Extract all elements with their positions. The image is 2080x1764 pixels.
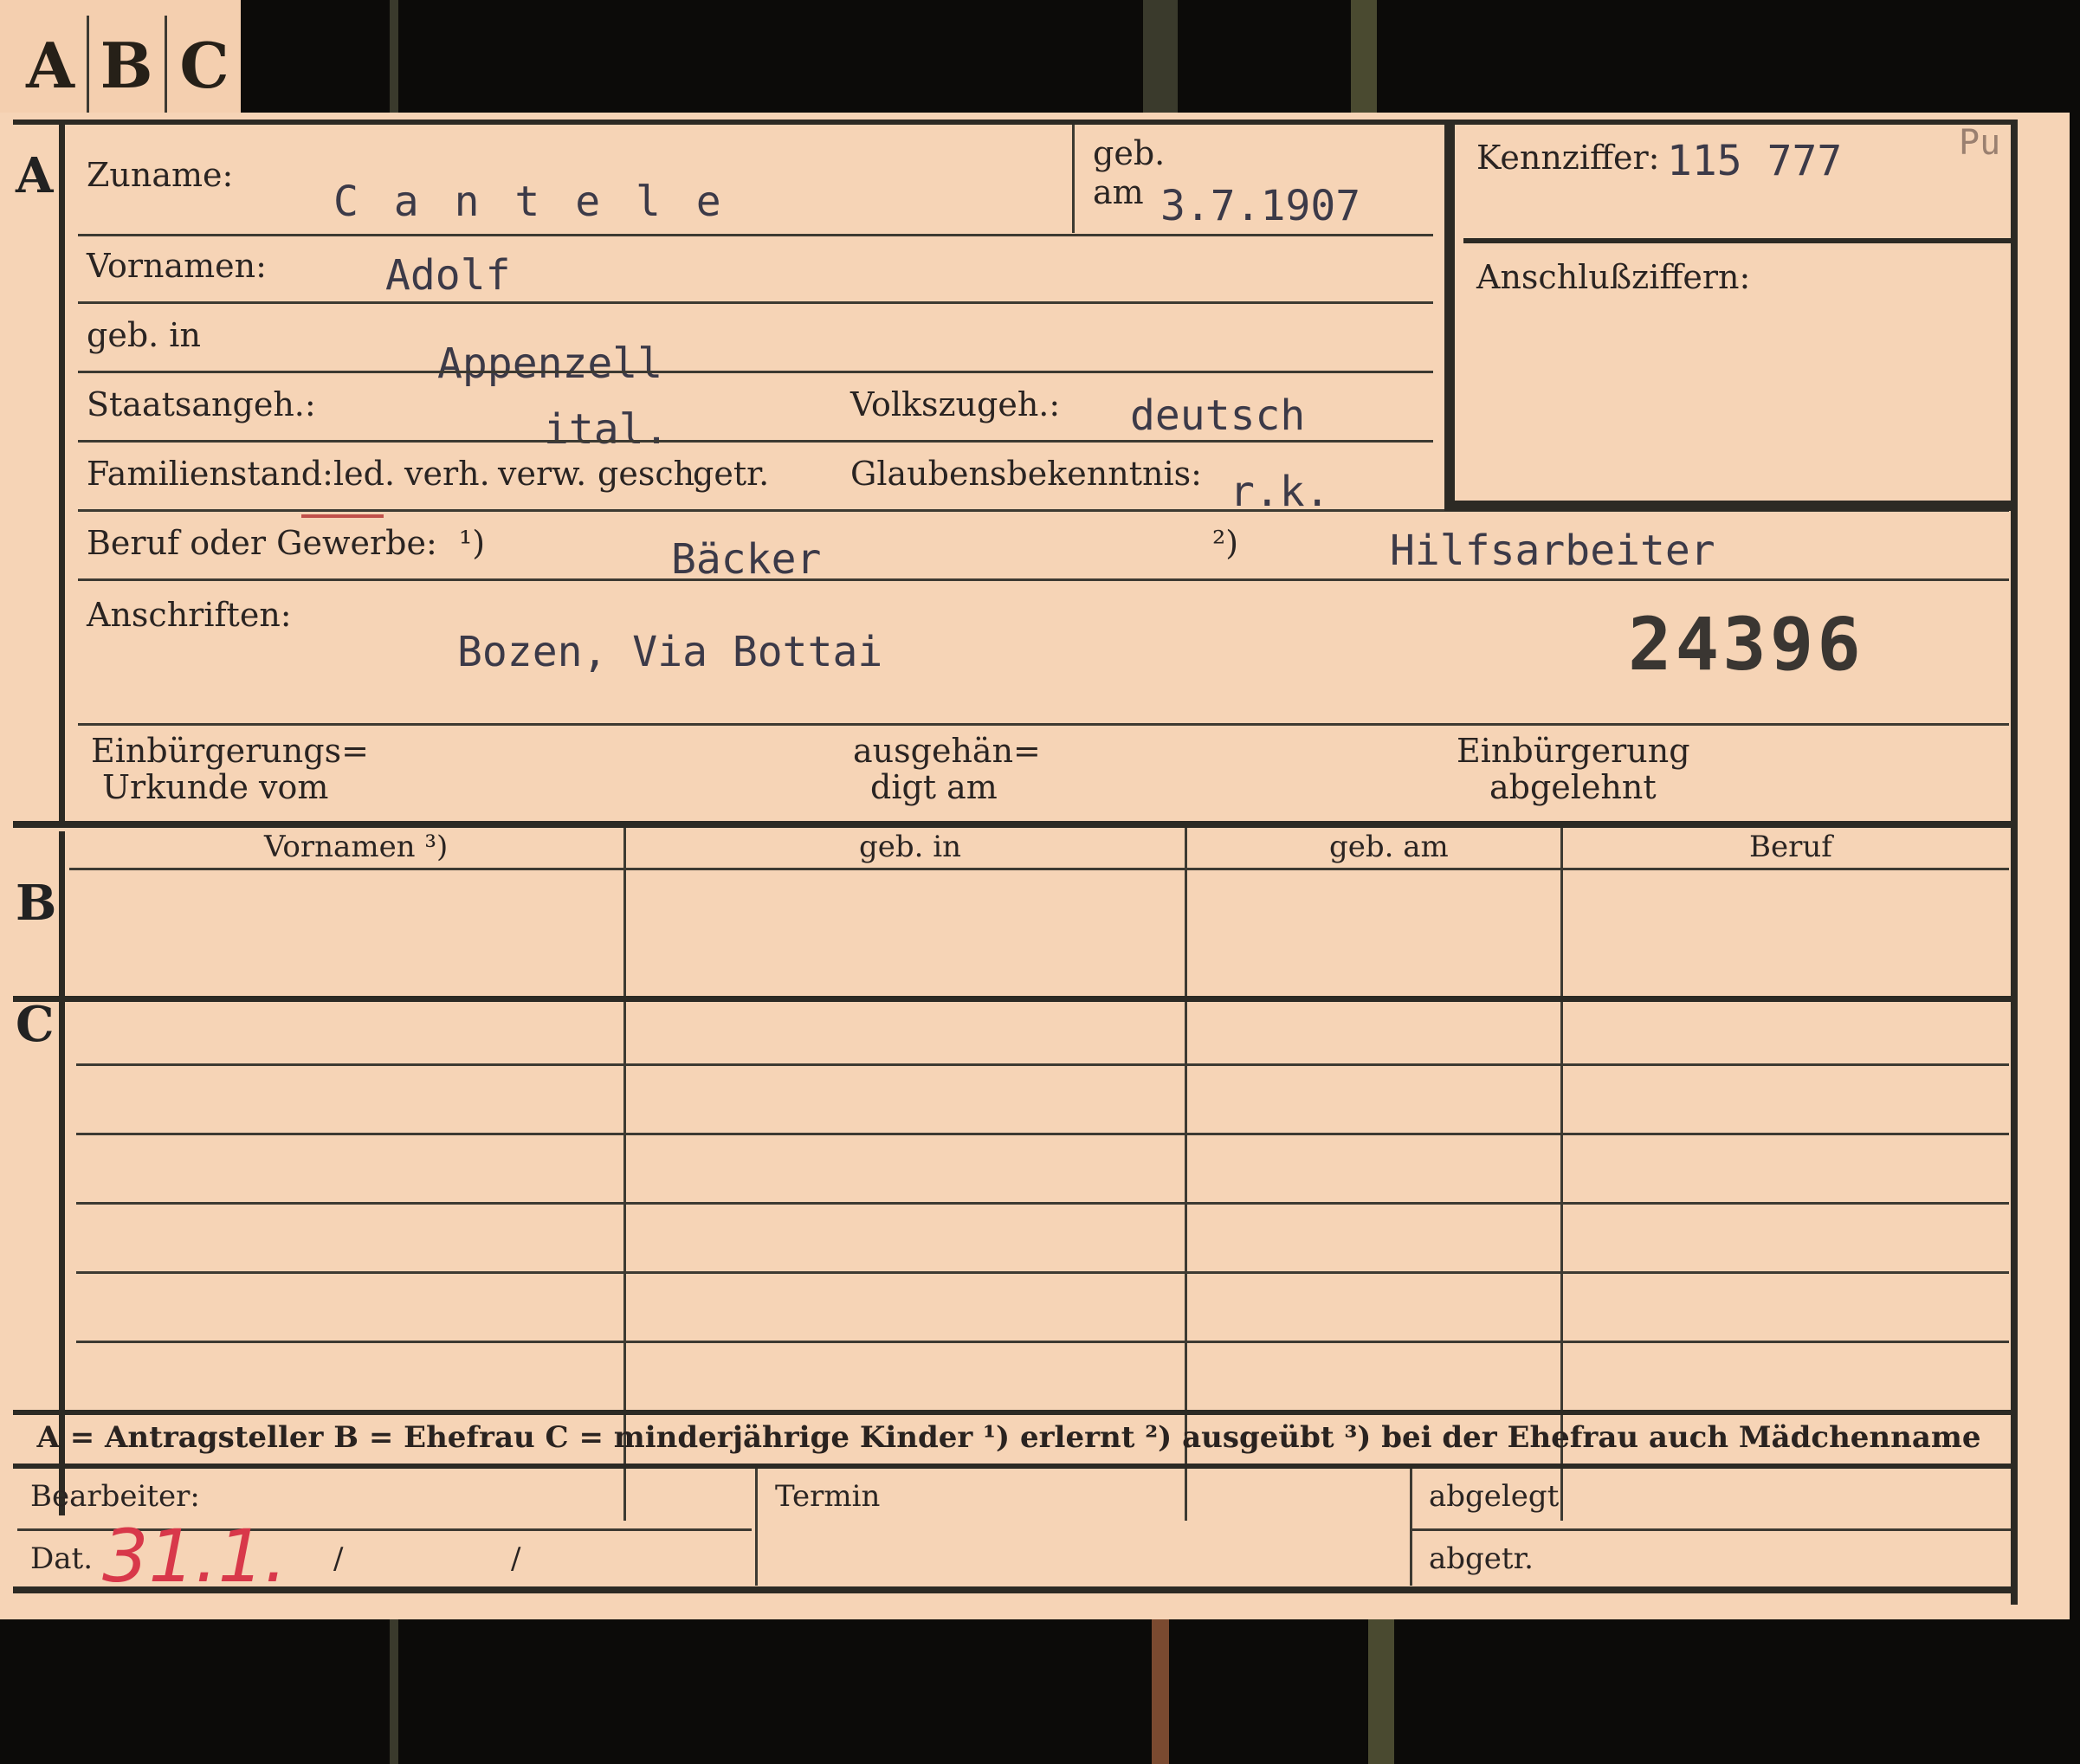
backdrop-stripe xyxy=(1351,0,1377,113)
familienstand-led: led. xyxy=(333,455,396,493)
index-tab: A B C xyxy=(0,0,241,119)
dat-slash-2: / xyxy=(511,1541,521,1576)
staatsangeh-label: Staatsangeh.: xyxy=(87,385,316,423)
kennziffer-value: 115 777 xyxy=(1667,137,1843,185)
familienstand-getr: getr. xyxy=(693,455,770,493)
stamp-number: 24396 xyxy=(1628,602,1864,687)
led-underline xyxy=(301,514,384,518)
bearbeiter-label: Bearbeiter: xyxy=(30,1479,200,1514)
geb-label: geb. xyxy=(1093,134,1166,172)
beruf-value-2: Hilfsarbeiter xyxy=(1390,527,1715,575)
am-label: am xyxy=(1093,173,1144,211)
ausgeh-label-1: ausgehän= xyxy=(853,732,1041,770)
tab-b: B xyxy=(100,29,153,102)
einb-urkunde-label-1: Einbürgerungs= xyxy=(91,732,369,770)
familienstand-gesch: gesch. xyxy=(598,455,706,493)
col-header-vornamen: Vornamen ³) xyxy=(264,830,449,864)
familienstand-verh: verh. xyxy=(404,455,490,493)
backdrop-stripe xyxy=(1143,0,1178,113)
backdrop-stripe xyxy=(1368,1619,1394,1764)
anschluss-label: Anschlußziffern: xyxy=(1476,258,1751,296)
kennziffer-label: Kennziffer: xyxy=(1476,139,1660,177)
geb-in-value: Appenzell xyxy=(437,339,663,388)
section-a-letter: A xyxy=(16,147,54,204)
legend: A = Antragsteller B = Ehefrau C = minder… xyxy=(36,1420,1981,1455)
anschriften-label: Anschriften: xyxy=(87,596,292,634)
familienstand-verw: verw. xyxy=(498,455,587,493)
glaubens-label: Glaubensbekenntnis: xyxy=(850,455,1202,493)
einb-abgelehnt-label-1: Einbürgerung xyxy=(1457,732,1690,770)
zuname-value: C a n t e l e xyxy=(333,178,727,226)
col-header-beruf: Beruf xyxy=(1749,830,1832,864)
backdrop-stripe xyxy=(1152,1619,1169,1764)
beruf-value-1: Bäcker xyxy=(671,535,822,584)
col-header-geb-am: geb. am xyxy=(1329,830,1449,864)
beruf-mark-1: ¹) xyxy=(459,524,486,562)
beruf-label: Beruf oder Gewerbe: xyxy=(87,524,437,562)
geb-am-value: 3.7.1907 xyxy=(1160,182,1361,230)
dat-label: Dat. xyxy=(30,1541,94,1576)
abgelegt-label: abgelegt xyxy=(1429,1479,1560,1514)
termin-label: Termin xyxy=(775,1479,881,1514)
dat-slash-1: / xyxy=(333,1541,344,1576)
einb-abgelehnt-label-2: abgelehnt xyxy=(1489,768,1657,806)
backdrop-stripe xyxy=(390,0,398,113)
section-c-letter: C xyxy=(16,996,55,1053)
familienstand-label: Familienstand: xyxy=(87,455,333,493)
section-b-letter: B xyxy=(16,875,57,932)
vornamen-label: Vornamen: xyxy=(87,247,267,285)
volkszugeh-value: deutsch xyxy=(1130,391,1306,440)
volkszugeh-label: Volkszugeh.: xyxy=(850,385,1061,423)
ausgeh-label-2: digt am xyxy=(870,768,998,806)
col-header-geb-in: geb. in xyxy=(859,830,962,864)
backdrop-stripe xyxy=(390,1619,398,1764)
zuname-label: Zuname: xyxy=(87,156,234,194)
beruf-mark-2: ²) xyxy=(1212,524,1239,562)
geb-in-label: geb. in xyxy=(87,316,201,354)
corner-mark: Pu xyxy=(1959,123,2001,163)
einb-urkunde-label-2: Urkunde vom xyxy=(102,768,329,806)
tab-c: C xyxy=(179,29,229,102)
staatsangeh-value: ital. xyxy=(544,405,669,454)
vornamen-value: Adolf xyxy=(385,251,511,300)
tab-a: A xyxy=(26,29,74,102)
abgetr-label: abgetr. xyxy=(1429,1541,1534,1576)
registration-card: A B C Zuname: C a n t e l e geb. am 3.7.… xyxy=(0,113,2070,1619)
anschriften-value: Bozen, Via Bottai xyxy=(457,628,883,676)
